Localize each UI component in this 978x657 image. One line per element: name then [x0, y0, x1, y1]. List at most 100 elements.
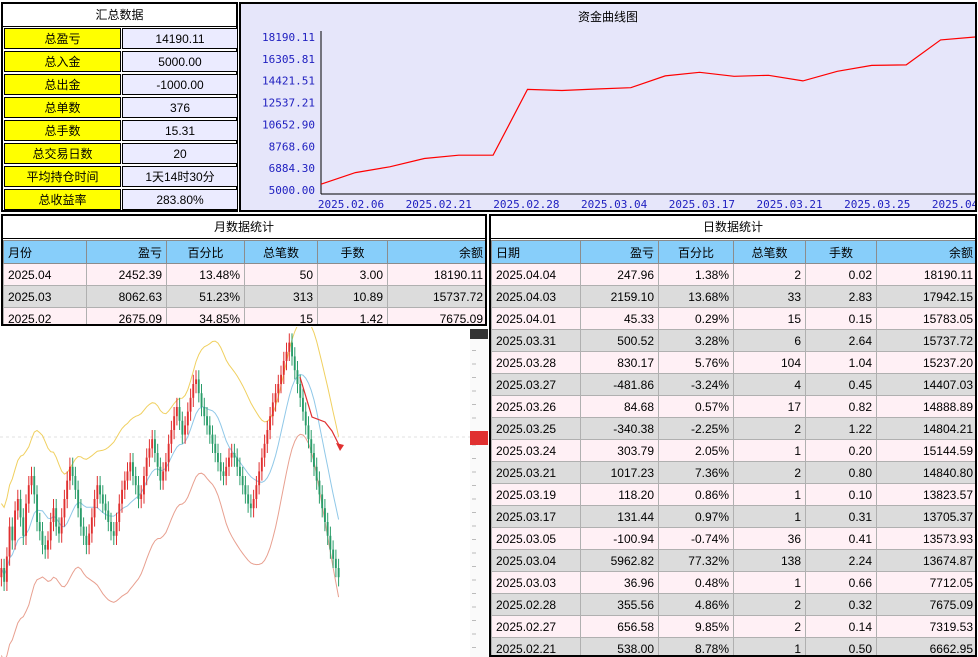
- daily-cell: 0.57%: [658, 395, 734, 418]
- summary-row: 总出金 -1000.00: [4, 74, 238, 96]
- month-header-cell[interactable]: 月份: [3, 240, 87, 264]
- kline-candle: [115, 522, 118, 536]
- daily-cell: 303.79: [580, 439, 659, 462]
- kline-candle: [154, 439, 156, 453]
- kline-candle: [225, 466, 228, 476]
- month-header-cell[interactable]: 余额: [387, 240, 485, 264]
- daily-table-row[interactable]: 2025.03.04 5962.82 77.32% 138 2.24 13674.87: [491, 549, 975, 572]
- daily-cell: 1.38%: [658, 263, 734, 286]
- month-cell: 18190.11: [387, 263, 485, 286]
- kline-candle: [126, 471, 129, 481]
- kline-candle: [162, 471, 165, 481]
- month-cell: 2025.03: [3, 285, 87, 308]
- daily-cell: 138: [733, 549, 806, 572]
- daily-table-row[interactable]: 2025.03.27 -481.86 -3.24% 4 0.45 14407.03: [491, 373, 975, 396]
- daily-cell: 8.78%: [658, 637, 734, 655]
- month-cell: 15: [244, 307, 318, 324]
- kline-candle: [291, 342, 293, 357]
- daily-cell: 2025.03.05: [491, 527, 581, 550]
- daily-cell: 15737.72: [876, 329, 975, 352]
- summary-row: 总单数 376: [4, 97, 238, 119]
- daily-cell: 0.15: [805, 307, 877, 330]
- daily-header-cell[interactable]: 手数: [805, 240, 877, 264]
- daily-cell: 2.83: [805, 285, 877, 308]
- daily-table-row[interactable]: 2025.03.05 -100.94 -0.74% 36 0.41 13573.93: [491, 527, 975, 550]
- daily-table-row[interactable]: 2025.03.17 131.44 0.97% 1 0.31 13705.37: [491, 505, 975, 528]
- daily-table-row[interactable]: 2025.03.28 830.17 5.76% 104 1.04 15237.20: [491, 351, 975, 374]
- daily-cell: 7319.53: [876, 615, 975, 638]
- daily-table-row[interactable]: 2025.03.03 36.96 0.48% 1 0.66 7712.05: [491, 571, 975, 594]
- daily-table-row[interactable]: 2025.02.27 656.58 9.85% 2 0.14 7319.53: [491, 615, 975, 638]
- month-header-cell[interactable]: 盈亏: [86, 240, 167, 264]
- daily-cell: 2.64: [805, 329, 877, 352]
- month-table-row[interactable]: 2025.04 2452.39 13.48% 50 3.00 18190.11: [3, 263, 485, 286]
- month-header-cell[interactable]: 百分比: [166, 240, 245, 264]
- kline-arrow-icon: [336, 443, 344, 451]
- daily-cell: 2: [733, 461, 806, 484]
- kline-mid-band: [0, 373, 340, 577]
- daily-stats-table: 日期 盈亏 百分比 总笔数 手数 余额 2025.04.04 247.96 1.38% 2 0.0…: [491, 240, 975, 655]
- daily-header-cell[interactable]: 盈亏: [580, 240, 659, 264]
- daily-header-cell[interactable]: 总笔数: [733, 240, 806, 264]
- kline-candle: [326, 522, 329, 536]
- daily-cell: 15: [733, 307, 806, 330]
- kline-candle: [184, 425, 186, 435]
- daily-cell: 0.45: [805, 373, 877, 396]
- month-header-cell[interactable]: 总笔数: [244, 240, 318, 264]
- daily-table-row[interactable]: 2025.04.01 45.33 0.29% 15 0.15 15783.05: [491, 307, 975, 330]
- kline-candle: [71, 466, 74, 476]
- daily-cell: 3.28%: [658, 329, 734, 352]
- kline-candle: [324, 508, 326, 522]
- daily-table-row[interactable]: 2025.03.21 1017.23 7.36% 2 0.80 14840.80: [491, 461, 975, 484]
- daily-cell: 2025.03.26: [491, 395, 581, 418]
- daily-cell: 1: [733, 483, 806, 506]
- daily-header-cell[interactable]: 余额: [876, 240, 975, 264]
- kline-candle: [195, 379, 197, 384]
- summary-panel: 汇总数据 总盈亏 14190.11 总入金 5000.00 总出金 -1000.00 总单数…: [1, 2, 238, 212]
- kline-candle: [230, 453, 233, 458]
- daily-table-row[interactable]: 2025.02.21 538.00 8.78% 1 0.50 6662.95: [491, 637, 975, 655]
- kline-candle: [143, 476, 145, 495]
- daily-cell: 9.85%: [658, 615, 734, 638]
- daily-cell: 14804.21: [876, 417, 975, 440]
- daily-table-row[interactable]: 2025.03.26 84.68 0.57% 17 0.82 14888.89: [491, 395, 975, 418]
- kline-candle: [41, 531, 44, 545]
- daily-cell: 2025.04.01: [491, 307, 581, 330]
- daily-cell: 0.80: [805, 461, 877, 484]
- daily-table-row[interactable]: 2025.04.04 247.96 1.38% 2 0.02 18190.11: [491, 263, 975, 286]
- kline-price-tag: [470, 431, 488, 445]
- equity-y-tick: 6884.30: [269, 162, 315, 175]
- equity-x-tick: 2025.03.04: [581, 198, 648, 210]
- month-cell: 10.89: [317, 285, 388, 308]
- month-cell: 7675.09: [387, 307, 485, 324]
- kline-candle: [36, 494, 38, 522]
- daily-cell: 0.29%: [658, 307, 734, 330]
- kline-candle: [266, 430, 269, 444]
- daily-table-row[interactable]: 2025.04.03 2159.10 13.68% 33 2.83 17942.15: [491, 285, 975, 308]
- month-cell: 2025.04: [3, 263, 87, 286]
- daily-table-row[interactable]: 2025.03.25 -340.38 -2.25% 2 1.22 14804.21: [491, 417, 975, 440]
- daily-table-row[interactable]: 2025.02.28 355.56 4.86% 2 0.32 7675.09: [491, 593, 975, 616]
- daily-header-cell[interactable]: 日期: [491, 240, 581, 264]
- month-cell: 50: [244, 263, 318, 286]
- daily-cell: 1: [733, 571, 806, 594]
- daily-table-row[interactable]: 2025.03.24 303.79 2.05% 1 0.20 15144.59: [491, 439, 975, 462]
- month-header-cell[interactable]: 手数: [317, 240, 388, 264]
- daily-header-cell[interactable]: 百分比: [658, 240, 734, 264]
- kline-candle: [118, 503, 121, 522]
- equity-x-tick: 2025.02.21: [406, 198, 472, 210]
- daily-table-row[interactable]: 2025.03.19 118.20 0.86% 1 0.10 13823.57: [491, 483, 975, 506]
- kline-candle: [175, 407, 178, 417]
- month-cell: 2675.09: [86, 307, 167, 324]
- daily-table-row[interactable]: 2025.03.31 500.52 3.28% 6 2.64 15737.72: [491, 329, 975, 352]
- equity-x-tick: 2025.03.17: [669, 198, 735, 210]
- kline-candle: [38, 522, 41, 532]
- kline-candle: [178, 407, 181, 421]
- kline-candle: [156, 453, 159, 467]
- month-table-row[interactable]: 2025.03 8062.63 51.23% 313 10.89 15737.72: [3, 285, 485, 308]
- daily-cell: -0.74%: [658, 527, 734, 550]
- daily-cell: 17942.15: [876, 285, 975, 308]
- daily-cell: 14840.80: [876, 461, 975, 484]
- kline-candle: [96, 485, 99, 499]
- month-table-row[interactable]: 2025.02 2675.09 34.85% 15 1.42 7675.09: [3, 307, 485, 324]
